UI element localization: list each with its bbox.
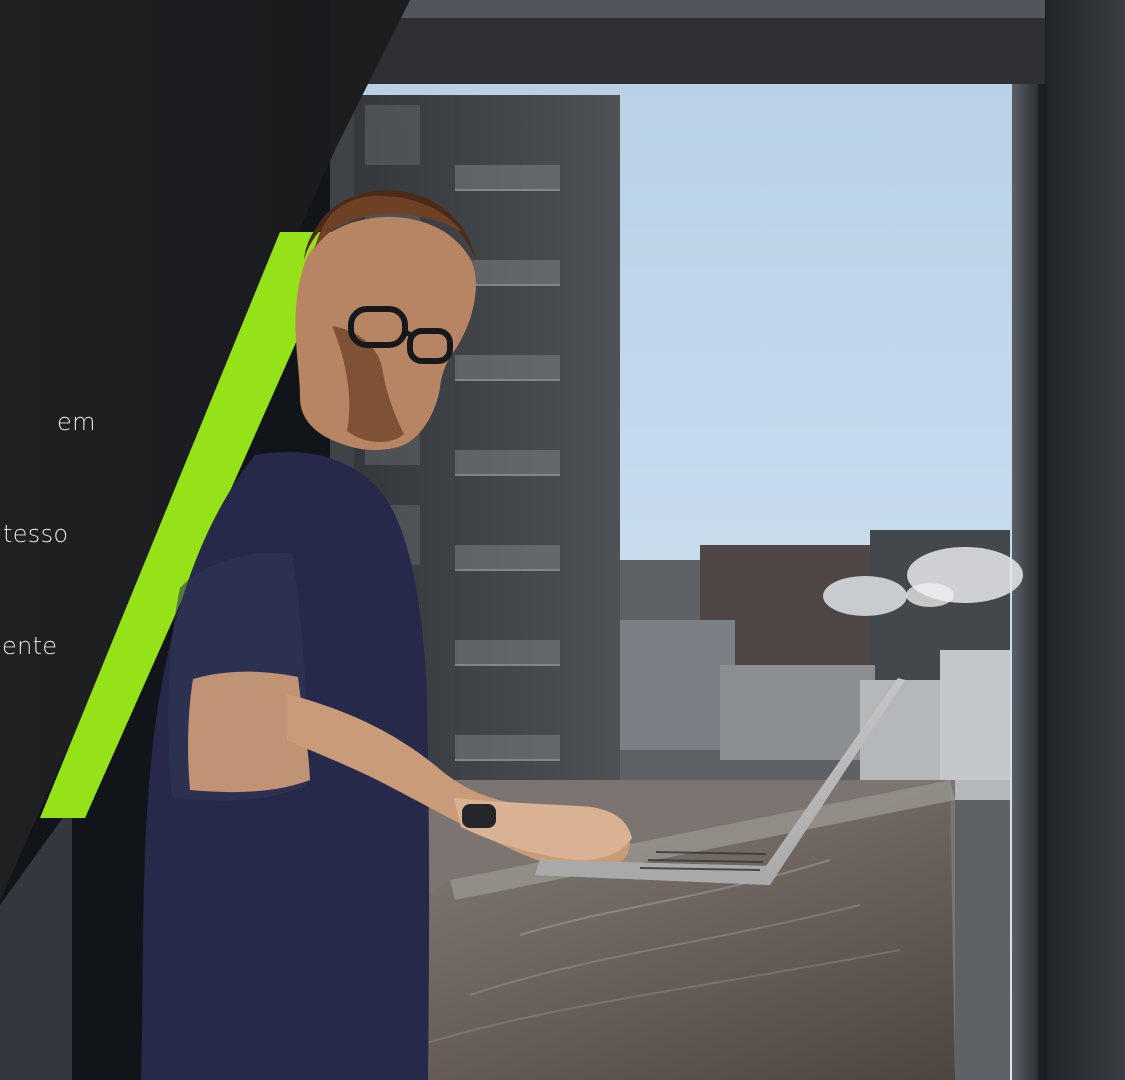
slide-canvas: em tesso ente bbox=[0, 0, 1125, 1080]
scene-illustration bbox=[0, 0, 1125, 1080]
